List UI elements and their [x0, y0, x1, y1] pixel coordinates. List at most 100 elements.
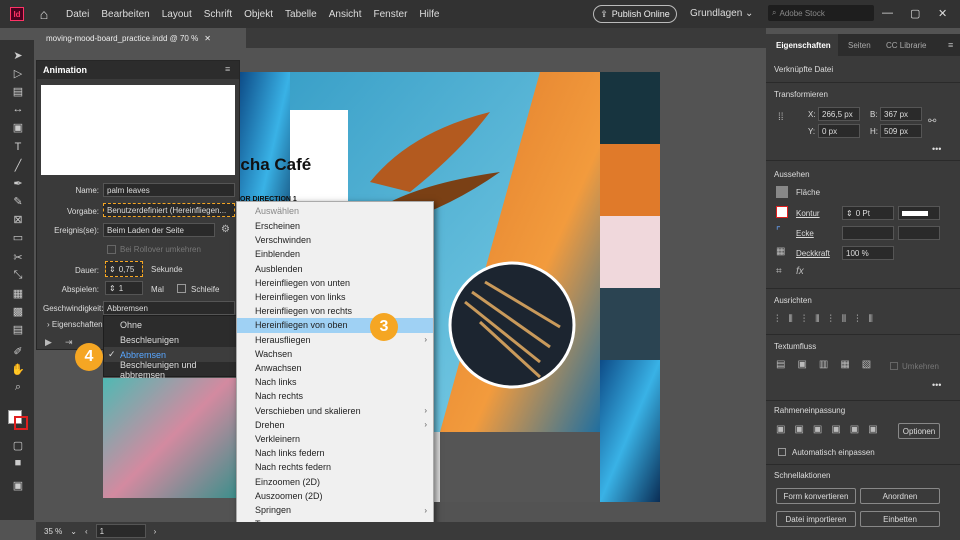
- properties-toggle[interactable]: › Eigenschaften: [47, 320, 103, 329]
- panel-menu-icon[interactable]: ≡: [225, 64, 230, 74]
- stroke-styles-icon[interactable]: ⌗: [776, 266, 782, 277]
- rollover-checkbox[interactable]: [107, 245, 116, 254]
- stroke-label[interactable]: Kontur: [796, 209, 820, 218]
- apply-color-icon[interactable]: ■: [10, 456, 26, 470]
- loop-checkbox[interactable]: [177, 284, 186, 293]
- align-icons[interactable]: ⫶⫴⫶⫴⫶⫴⫶⫴: [776, 314, 883, 325]
- preset-menu-item[interactable]: Hereinfliegen von oben: [237, 318, 433, 333]
- formatting-icon[interactable]: ▢: [10, 438, 26, 452]
- more-transform-button[interactable]: •••: [932, 144, 941, 154]
- fill-swatch[interactable]: [776, 186, 788, 198]
- play-field[interactable]: ⇕ 1: [105, 281, 143, 295]
- y-field[interactable]: 0 px: [818, 124, 860, 138]
- free-transform-tool-icon[interactable]: ⤡: [10, 268, 26, 282]
- type-tool-icon[interactable]: T: [10, 140, 26, 154]
- stroke-swatch[interactable]: [14, 416, 28, 430]
- minimize-icon[interactable]: —: [882, 7, 893, 19]
- gradient-feather-tool-icon[interactable]: ▩: [10, 304, 26, 318]
- screen-mode-icon[interactable]: ▣: [10, 478, 26, 492]
- maximize-icon[interactable]: ▢: [910, 7, 920, 20]
- menu-hilfe[interactable]: Hilfe: [419, 9, 439, 20]
- scissors-tool-icon[interactable]: ✂: [10, 250, 26, 264]
- convert-shape-button[interactable]: Form konvertieren: [776, 488, 856, 504]
- textwrap-icons[interactable]: ▤▣▥▦▧: [776, 359, 883, 370]
- eyedropper-tool-icon[interactable]: ✐: [10, 344, 26, 358]
- rectangle-tool-icon[interactable]: ▭: [10, 230, 26, 244]
- duration-field[interactable]: ⇕ 0,75: [105, 261, 143, 277]
- preset-menu-item[interactable]: Auszoomen (2D): [237, 489, 433, 503]
- hand-tool-icon[interactable]: ✋: [10, 362, 26, 376]
- menu-layout[interactable]: Layout: [162, 9, 192, 20]
- preset-menu-item[interactable]: Nach links federn: [237, 446, 433, 460]
- page-tool-icon[interactable]: ▤: [10, 84, 26, 98]
- preset-menu-item[interactable]: Drehen ›: [237, 418, 433, 432]
- preset-menu-item[interactable]: Verschieben und skalieren ›: [237, 404, 433, 418]
- preset-menu-item[interactable]: Verkleinern: [237, 432, 433, 446]
- preset-menu-item[interactable]: Verschwinden: [237, 233, 433, 247]
- note-tool-icon[interactable]: ▤: [10, 322, 26, 336]
- event-trigger-icon[interactable]: ⚙: [221, 224, 230, 235]
- preset-menu-item[interactable]: Nach rechts federn: [237, 460, 433, 474]
- menu-tabelle[interactable]: Tabelle: [285, 9, 317, 20]
- linked-file-label[interactable]: Verknüpfte Datei: [774, 65, 833, 74]
- page-prev-icon[interactable]: ‹: [85, 527, 88, 536]
- preset-menu-item[interactable]: Hereinfliegen von unten: [237, 276, 433, 290]
- menu-bearbeiten[interactable]: Bearbeiten: [101, 9, 149, 20]
- chevron-down-icon[interactable]: ⌄: [70, 527, 77, 536]
- preset-dropdown[interactable]: Benutzerdefiniert (Hereinfliegen...: [103, 203, 235, 217]
- menu-fenster[interactable]: Fenster: [374, 9, 408, 20]
- opacity-label[interactable]: Deckkraft: [796, 249, 830, 258]
- preview-play-icon[interactable]: ▶: [45, 337, 52, 348]
- stroke-weight-field[interactable]: ⇕ 0 Pt: [842, 206, 894, 220]
- menu-datei[interactable]: Datei: [66, 9, 89, 20]
- close-tab-icon[interactable]: ✕: [204, 34, 211, 43]
- gap-tool-icon[interactable]: ↔: [10, 102, 26, 116]
- h-field[interactable]: 509 px: [880, 124, 922, 138]
- speed-option-none[interactable]: Ohne: [104, 317, 239, 332]
- document-tab[interactable]: moving-mood-board_practice.indd @ 70 % ✕: [36, 28, 246, 48]
- speed-option-both[interactable]: Beschleunigen und abbremsen: [104, 360, 239, 380]
- workspace-switcher[interactable]: Grundlagen ⌄: [690, 8, 753, 19]
- preset-menu-item[interactable]: Ausblenden: [237, 262, 433, 276]
- speed-dropdown[interactable]: Abbremsen: [103, 301, 235, 315]
- b-field[interactable]: 367 px: [880, 107, 922, 121]
- preset-menu-item[interactable]: Springen ›: [237, 503, 433, 517]
- opacity-field[interactable]: 100 %: [842, 246, 894, 260]
- frame-fit-icons[interactable]: ▣▣▣▣▣▣: [776, 424, 887, 435]
- zoom-level[interactable]: 35 %: [44, 527, 62, 536]
- arrange-button[interactable]: Anordnen: [860, 488, 940, 504]
- tab-pages[interactable]: Seiten: [848, 41, 871, 50]
- tab-cc-libraries[interactable]: CC Librarie: [886, 41, 926, 50]
- corner-size-field[interactable]: [842, 226, 894, 240]
- preset-menu-item[interactable]: Nach links: [237, 375, 433, 389]
- speed-option-accelerate[interactable]: Beschleunigen: [104, 332, 239, 347]
- home-icon[interactable]: ⌂: [36, 6, 52, 22]
- zoom-tool-icon[interactable]: ⌕: [10, 380, 26, 394]
- tab-properties[interactable]: Eigenschaften: [776, 41, 831, 50]
- stroke-swatch[interactable]: [776, 206, 788, 218]
- frame-fit-options-button[interactable]: Optionen: [898, 423, 940, 439]
- corner-label[interactable]: Ecke: [796, 229, 814, 238]
- preset-menu-item[interactable]: Wachsen: [237, 347, 433, 361]
- x-field[interactable]: 266,5 px: [818, 107, 860, 121]
- preset-menu-item[interactable]: Anwachsen: [237, 361, 433, 375]
- preset-menu-item[interactable]: Einblenden: [237, 247, 433, 261]
- pen-tool-icon[interactable]: ✒: [10, 176, 26, 190]
- reference-point-icon[interactable]: ⁞⁞: [778, 112, 784, 123]
- preset-menu-item[interactable]: Hereinfliegen von links: [237, 290, 433, 304]
- pencil-tool-icon[interactable]: ✎: [10, 194, 26, 208]
- convert-icon[interactable]: ⇥: [65, 337, 73, 348]
- menu-ansicht[interactable]: Ansicht: [329, 9, 362, 20]
- publish-online-button[interactable]: ⇪ Publish Online: [593, 5, 677, 23]
- preset-menu-item[interactable]: Hereinfliegen von rechts: [237, 304, 433, 318]
- effects-icon[interactable]: fx: [796, 266, 804, 277]
- preset-menu-item[interactable]: Erscheinen: [237, 219, 433, 233]
- preset-menu-item[interactable]: Einzoomen (2D): [237, 475, 433, 489]
- embed-button[interactable]: Einbetten: [860, 511, 940, 527]
- panel-menu-icon[interactable]: ≡: [948, 40, 953, 50]
- import-file-button[interactable]: Datei importieren: [776, 511, 856, 527]
- menu-schrift[interactable]: Schrift: [204, 9, 232, 20]
- selection-tool-icon[interactable]: ➤: [10, 48, 26, 62]
- autofit-checkbox[interactable]: [778, 448, 786, 456]
- line-tool-icon[interactable]: ╱: [10, 158, 26, 172]
